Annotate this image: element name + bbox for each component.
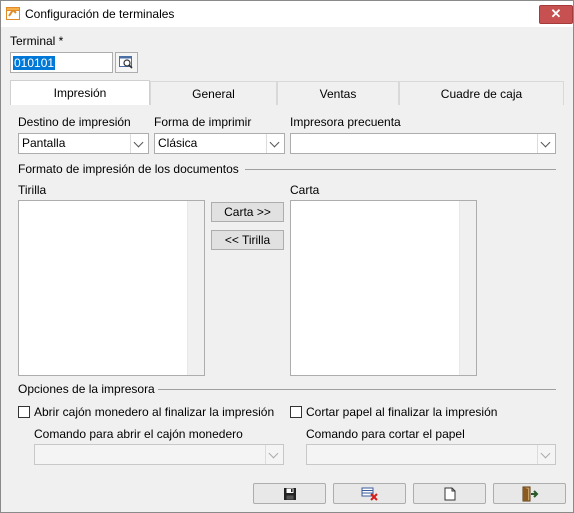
formato-section-title: Formato de impresión de los documentos — [18, 162, 239, 176]
comando-cortar-select[interactable] — [306, 444, 556, 465]
comando-cajon-select[interactable] — [34, 444, 284, 465]
abrir-cajon-label[interactable]: Abrir cajón monedero al finalizar la imp… — [34, 405, 274, 419]
comando-cortar-label: Comando para cortar el papel — [306, 427, 465, 441]
destino-select[interactable]: Pantalla — [18, 133, 149, 154]
tab-impresion[interactable]: Impresión — [10, 80, 150, 106]
cancel-button[interactable] — [333, 483, 406, 504]
tab-cuadre-de-caja[interactable]: Cuadre de caja — [399, 81, 564, 105]
terminal-search-button[interactable] — [115, 52, 138, 73]
tab-cuadre-de-caja-label: Cuadre de caja — [440, 87, 523, 101]
tab-ventas-label: Ventas — [319, 87, 357, 101]
forma-label: Forma de imprimir — [154, 115, 252, 129]
impresora-select[interactable] — [290, 133, 556, 154]
to-carta-button[interactable]: Carta >> — [211, 202, 284, 222]
opciones-section-title: Opciones de la impresora — [18, 382, 155, 396]
chevron-down-icon — [540, 448, 551, 459]
tirilla-list[interactable] — [18, 200, 205, 376]
tirilla-scrollbar[interactable] — [187, 201, 204, 375]
app-icon — [6, 7, 20, 20]
new-button[interactable] — [413, 483, 486, 504]
cortar-papel-checkbox[interactable] — [290, 406, 302, 418]
to-tirilla-label: << Tirilla — [224, 233, 271, 247]
new-document-icon — [444, 487, 455, 500]
dialog-window: Configuración de terminales ✕ Terminal *… — [0, 0, 574, 513]
cancel-icon — [361, 487, 378, 501]
to-tirilla-button[interactable]: << Tirilla — [211, 230, 284, 250]
forma-select[interactable]: Clásica — [154, 133, 285, 154]
carta-label: Carta — [290, 183, 320, 197]
exit-button[interactable] — [493, 483, 566, 504]
search-icon — [119, 56, 133, 69]
close-icon[interactable]: ✕ — [551, 6, 562, 21]
tab-ventas[interactable]: Ventas — [277, 81, 399, 105]
terminal-label: Terminal * — [10, 34, 64, 48]
title-bar: Configuración de terminales ✕ — [1, 1, 573, 27]
window-title: Configuración de terminales — [25, 7, 175, 21]
carta-list[interactable] — [290, 200, 477, 376]
exit-icon — [522, 486, 538, 501]
terminal-input[interactable]: 010101 — [10, 52, 113, 73]
terminal-value: 010101 — [13, 56, 56, 70]
destino-label: Destino de impresión — [18, 115, 131, 129]
save-icon — [283, 487, 296, 500]
chevron-down-icon — [540, 137, 551, 148]
tirilla-label: Tirilla — [18, 183, 47, 197]
to-carta-label: Carta >> — [224, 205, 271, 219]
destino-value: Pantalla — [22, 136, 66, 150]
abrir-cajon-checkbox[interactable] — [18, 406, 30, 418]
impresora-label: Impresora precuenta — [290, 115, 401, 129]
cortar-papel-label[interactable]: Cortar papel al finalizar la impresión — [306, 405, 497, 419]
tab-impresion-label: Impresión — [53, 86, 107, 100]
tab-general[interactable]: General — [150, 81, 277, 105]
chevron-down-icon — [133, 137, 144, 148]
carta-scrollbar[interactable] — [459, 201, 476, 375]
chevron-down-icon — [269, 137, 280, 148]
comando-cajon-label: Comando para abrir el cajón monedero — [34, 427, 243, 441]
close-button[interactable]: ✕ — [539, 5, 573, 24]
formato-divider — [245, 169, 556, 170]
forma-value: Clásica — [158, 136, 198, 150]
save-button[interactable] — [253, 483, 326, 504]
opciones-divider — [158, 389, 556, 390]
tab-general-label: General — [192, 87, 235, 101]
chevron-down-icon — [268, 448, 279, 459]
